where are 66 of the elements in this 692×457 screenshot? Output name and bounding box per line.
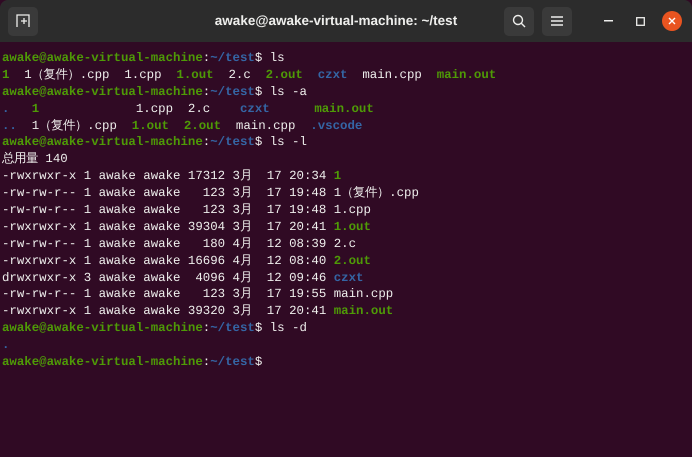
terminal-text: : — [202, 135, 210, 150]
new-tab-icon — [16, 14, 30, 28]
terminal-text: : — [202, 84, 210, 99]
terminal-text: -rw-rw-r-- 1 awake awake 180 4月 12 08:39 2.c — [2, 236, 356, 251]
terminal-text: -rwxrwxr-x 1 awake awake 17312 3月 17 20:34 — [2, 169, 328, 184]
terminal-text: -rw-rw-r-- 1 awake awake 123 3月 17 19:48 1（复件）.cpp — [2, 186, 419, 200]
prompt-user: awake@awake-virtual-machine — [2, 321, 203, 336]
directory-name: czxt — [240, 102, 271, 116]
prompt-user: awake@awake-virtual-machine — [2, 84, 203, 99]
directory-name: . — [2, 338, 10, 352]
prompt-path: ~/test — [210, 355, 255, 370]
executable-name: 2.out — [184, 118, 222, 133]
executable-name: 1 — [32, 102, 40, 116]
menu-icon — [551, 16, 563, 26]
terminal-text: -rwxrwxr-x 1 awake awake 39304 3月 17 20:41 — [2, 220, 328, 234]
executable-name: 1 — [334, 169, 342, 184]
terminal-text: main.cpp — [234, 118, 296, 133]
terminal-text: -rwxrwxr-x 1 awake awake 39320 3月 17 20:41 — [2, 304, 328, 318]
executable-name: 1.out — [176, 68, 214, 82]
executable-name: 1.out — [132, 118, 170, 133]
terminal-text: -rw-rw-r-- 1 awake awake 123 3月 17 19:55 main.cpp — [2, 287, 394, 302]
executable-name: main.out — [436, 68, 496, 82]
close-icon — [668, 17, 676, 25]
directory-name: czxt — [334, 270, 364, 285]
terminal-text: $ ls -a — [254, 84, 307, 99]
maximize-icon — [636, 16, 644, 26]
prompt-path: ~/test — [210, 321, 255, 336]
terminal-text: -rw-rw-r-- 1 awake awake 123 3月 17 19:48 1.cpp — [2, 203, 371, 218]
terminal-text: drwxrwxr-x 3 awake awake 4096 4月 12 09:46 — [2, 270, 328, 285]
minimize-icon — [604, 20, 612, 22]
directory-name: .. — [2, 118, 17, 133]
prompt-user: awake@awake-virtual-machine — [2, 135, 203, 150]
terminal-text: 总用量 140 — [2, 152, 68, 166]
new-tab-button[interactable] — [8, 6, 38, 36]
executable-name: main.out — [334, 304, 394, 318]
executable-name: 2.out — [334, 254, 371, 268]
menu-button[interactable] — [542, 6, 572, 36]
terminal-text: 2.c — [227, 68, 252, 82]
terminal-text: $ ls — [254, 51, 285, 65]
window-title: awake@awake-virtual-machine: ~/test — [214, 12, 458, 30]
terminal-text: main.cpp — [361, 68, 423, 82]
terminal-text: 1（复件）.cpp — [30, 118, 118, 133]
terminal-text: -rwxrwxr-x 1 awake awake 16696 4月 12 08:40 — [2, 254, 328, 268]
terminal-text: 1.cpp 2.c — [134, 102, 212, 116]
executable-name: 1 — [2, 68, 10, 82]
terminal-text: : — [202, 355, 210, 370]
prompt-user: awake@awake-virtual-machine — [2, 355, 203, 370]
terminal-text: $ ls -l — [254, 135, 307, 150]
directory-name: . — [2, 102, 10, 116]
prompt-user: awake@awake-virtual-machine — [2, 51, 203, 65]
directory-name: czxt — [318, 68, 348, 82]
terminal-text: $ ls -d — [254, 321, 307, 336]
terminal-text: $ — [254, 355, 262, 370]
terminal-text: 1（复件）.cpp 1.cpp — [23, 68, 163, 82]
prompt-path: ~/test — [210, 51, 255, 65]
terminal-text: : — [202, 51, 210, 65]
prompt-path: ~/test — [210, 84, 255, 99]
prompt-path: ~/test — [210, 135, 255, 150]
search-button[interactable] — [504, 6, 534, 36]
terminal-text: : — [202, 321, 210, 336]
executable-name: 2.out — [266, 68, 304, 82]
search-icon — [512, 14, 526, 28]
executable-name: 1.out — [334, 220, 371, 234]
close-button[interactable] — [662, 11, 682, 31]
directory-name: .vscode — [310, 118, 362, 133]
executable-name: main.out — [314, 102, 374, 116]
